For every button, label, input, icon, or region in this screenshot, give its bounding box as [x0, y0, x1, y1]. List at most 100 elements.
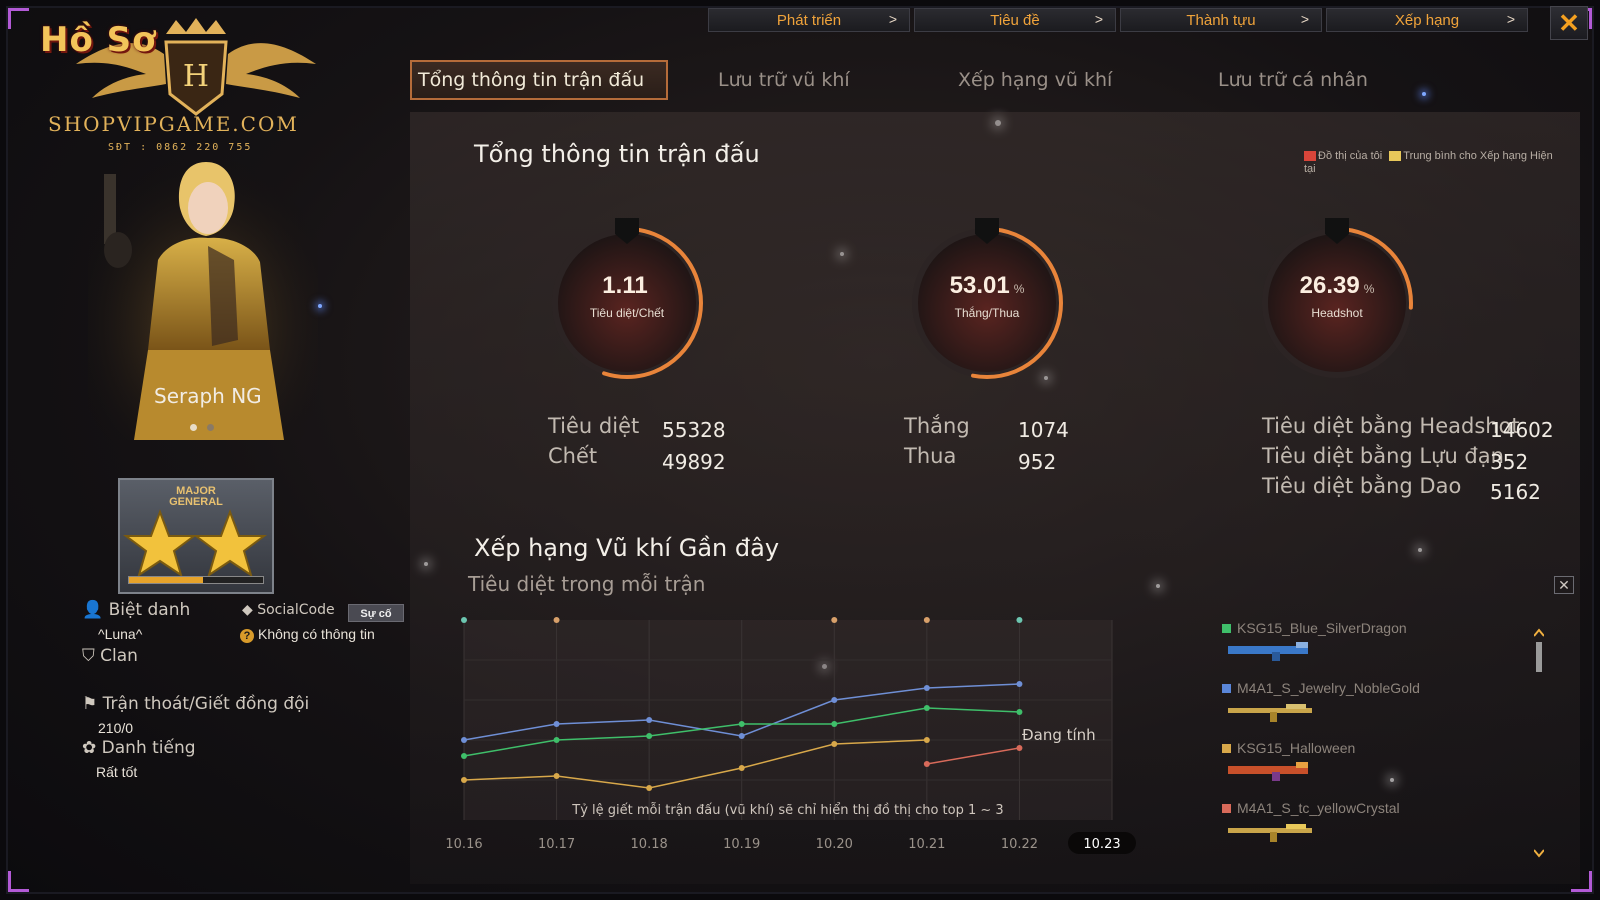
question-icon: ?: [240, 629, 254, 643]
losses-label: Thua: [904, 444, 957, 468]
chart-point: [461, 753, 467, 759]
gauge-background: [912, 228, 1062, 378]
chart-point: [831, 721, 838, 727]
shotgun-icon: [1228, 762, 1308, 781]
tag-icon: ◆: [242, 602, 253, 618]
chart-point: [646, 717, 653, 723]
gauge-background: [552, 228, 702, 378]
shop-logo: H Hồ Sơ SHOPVIPGAME.COM SĐT : 0862 220 7…: [36, 14, 336, 164]
chart-point: [738, 765, 745, 771]
weapon-ranking-title: Xếp hạng Vũ khí Gần đây: [474, 534, 780, 562]
profile-tabs: Tổng thông tin trận đấu Lưu trữ vũ khí X…: [410, 60, 1458, 100]
close-window-button[interactable]: ✕: [1550, 6, 1588, 40]
weapon-color-swatch: [1222, 803, 1231, 813]
gauge-ring: [1261, 218, 1413, 379]
kills-label: Tiêu diệt: [548, 414, 640, 438]
weapon-name: KSG15_Blue_SilverDragon: [1237, 620, 1407, 636]
rank-stars-icon: [123, 509, 267, 578]
knife-kills-value: 5162: [1490, 480, 1541, 504]
gauge-ring: [911, 218, 1063, 379]
nav-achievements-button[interactable]: Thành tựu >: [1120, 8, 1322, 32]
kd-value: 1.11: [602, 272, 648, 299]
frame-corner: [8, 871, 29, 892]
close-weapon-panel-button[interactable]: ✕: [1554, 576, 1574, 594]
tab-weapon-storage[interactable]: Lưu trữ vũ khí: [718, 60, 958, 100]
weapon-kills-line-chart: Đang tính Tỷ lệ giết mỗi trận đấu (vũ khí…: [445, 617, 1136, 854]
desertion-value: 210/0: [98, 720, 134, 736]
grenade-kills-value: 352: [1490, 450, 1529, 474]
nav-titles-button[interactable]: Tiêu đề >: [914, 8, 1116, 32]
weapon-color-swatch: [1222, 623, 1231, 633]
reputation-label: ✿ Danh tiếng: [82, 738, 196, 758]
rank-progress-bar: [128, 576, 264, 584]
carousel-dot[interactable]: [190, 424, 197, 431]
rank-badge: MAJOR GENERAL: [118, 478, 274, 594]
deaths-label: Chết: [548, 444, 598, 468]
chart-x-tick-label: 10.17: [538, 837, 575, 852]
headshot-unit: %: [1363, 282, 1375, 296]
chart-point: [738, 721, 745, 727]
chart-point: [553, 737, 560, 743]
person-icon: 👤: [82, 600, 104, 620]
nav-ranking-button[interactable]: Xếp hạng >: [1326, 8, 1528, 32]
chart-top-marker: [1016, 617, 1023, 623]
wins-value: 1074: [1018, 418, 1069, 442]
calculating-label: Đang tính: [1022, 726, 1096, 744]
weapon-list: KSG15_Blue_SilverDragon M4A1_S_Jewelry_N…: [1222, 620, 1512, 860]
weapon-list-item[interactable]: M4A1_S_tc_yellowCrystal: [1222, 800, 1512, 860]
losses-value: 952: [1018, 450, 1057, 474]
chart-point: [831, 741, 838, 747]
weapon-list-item[interactable]: KSG15_Halloween: [1222, 740, 1512, 800]
chart-point: [553, 773, 560, 779]
incident-button[interactable]: Sự cố: [348, 604, 404, 622]
chart-legend: Đồ thị của tôi Trung bình cho Xếp hạng H…: [1304, 150, 1564, 176]
chart-x-tick-label: 10.19: [723, 837, 760, 852]
weapon-name: M4A1_S_Jewelry_NobleGold: [1237, 680, 1420, 696]
summary-title: Tổng thông tin trận đấu: [474, 140, 760, 168]
sparkle-decoration: [318, 304, 322, 308]
tab-weapon-ranking[interactable]: Xếp hạng vũ khí: [958, 60, 1218, 100]
runner-icon: ⚑: [82, 694, 98, 714]
headshot-gauge: 26.39% Headshot: [1252, 218, 1422, 388]
character-name: Seraph NG: [154, 384, 262, 408]
nav-development-button[interactable]: Phát triển >: [708, 8, 910, 32]
chart-x-tick-label: 10.20: [816, 837, 853, 852]
profile-title: Hồ Sơ: [40, 20, 157, 60]
clan-label: ⛉ Clan: [82, 646, 138, 666]
chart-plot-area: [464, 620, 1112, 820]
weapon-list-scrollbar[interactable]: [1534, 628, 1544, 858]
chart-x-tick-label: 10.22: [1001, 837, 1038, 852]
weapon-name: M4A1_S_tc_yellowCrystal: [1237, 800, 1400, 816]
shop-site-name: SHOPVIPGAME.COM: [48, 112, 299, 136]
chart-point: [738, 733, 745, 739]
kd-gauge: 1.11 Tiêu diệt/Chết: [542, 218, 712, 388]
chart-note: Tỷ lệ giết mỗi trận đấu (vũ khí) sẽ chỉ …: [571, 803, 1003, 818]
chart-top-marker: [553, 617, 560, 623]
chart-point: [923, 705, 930, 711]
tab-personal-storage[interactable]: Lưu trữ cá nhân: [1218, 60, 1458, 100]
chart-point: [1016, 709, 1023, 715]
chart-point: [1016, 745, 1023, 751]
tab-match-summary[interactable]: Tổng thông tin trận đấu: [410, 60, 668, 100]
chart-x-tick-label: 10.23: [1083, 837, 1120, 852]
chart-point: [553, 721, 560, 727]
weapon-list-item[interactable]: KSG15_Blue_SilverDragon: [1222, 620, 1512, 680]
legend-avg-swatch: [1389, 151, 1402, 162]
kills-value: 55328: [662, 418, 726, 442]
weapon-color-swatch: [1222, 743, 1231, 753]
chart-point: [923, 685, 930, 691]
chart-x-tick-label: 10.16: [445, 837, 482, 852]
grenade-kills-label: Tiêu diệt bằng Lựu đạn: [1262, 444, 1504, 468]
flower-icon: ✿: [82, 738, 97, 758]
character-carousel-dots: [190, 424, 214, 431]
weapon-list-item[interactable]: M4A1_S_Jewelry_NobleGold: [1222, 680, 1512, 740]
chart-point: [1016, 681, 1023, 687]
svg-text:H: H: [183, 59, 209, 94]
chart-point: [461, 737, 467, 743]
legend-mine-label: Đồ thị của tôi: [1318, 150, 1383, 162]
winloss-value: 53.01: [949, 272, 1010, 299]
chart-point: [646, 733, 653, 739]
kd-label: Tiêu diệt/Chết: [589, 306, 665, 320]
carousel-dot[interactable]: [207, 424, 214, 431]
rank-name-line2: GENERAL: [169, 496, 223, 508]
